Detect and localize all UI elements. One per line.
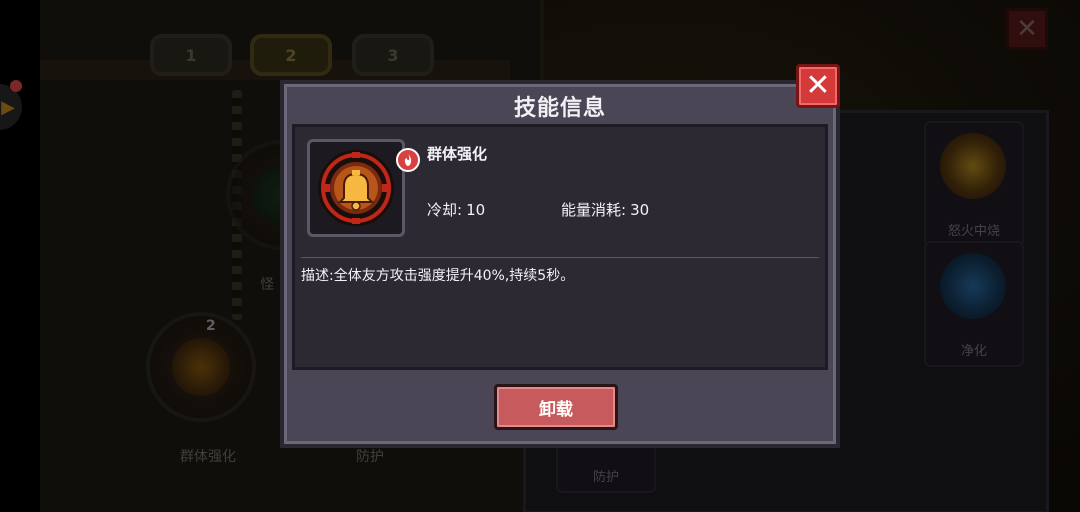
fire-element-badge: [396, 148, 420, 172]
energy-cost-label: 能量消耗:: [561, 201, 627, 219]
skill-description: 描述:全体友方攻击强度提升40%,持续5秒。: [301, 265, 819, 285]
energy-cost-value: 30: [630, 201, 650, 219]
skill-details-panel: 群体强化 冷却: 10 能量消耗: 30 描述:全体友方攻击强度提升40%,持续5秒…: [292, 124, 828, 370]
bell-icon: [318, 150, 394, 226]
skill-info-modal: 技能信息 ✕ 群体强化 冷却: 10 能量消耗: 30 描述:全体友方攻击强度提…: [280, 64, 840, 448]
cooldown-value: 10: [466, 201, 486, 219]
close-button[interactable]: ✕: [796, 64, 840, 108]
description-text: 全体友方攻击强度提升40%,持续5秒。: [333, 268, 575, 284]
fire-element-icon: [404, 154, 412, 166]
game-screen: 1 2 3 怪 2 群体强化 防护 怒火中烧 净化 防护 ✕ ▶ 技能信息 ✕ …: [0, 0, 1080, 512]
skill-icon-frame: [307, 139, 420, 237]
energy-cost-stat: 能量消耗: 30: [561, 199, 649, 220]
divider: [301, 257, 819, 258]
description-label: 描述:: [301, 268, 334, 284]
cooldown-label: 冷却:: [427, 201, 463, 219]
unequip-button[interactable]: 卸载: [494, 384, 618, 430]
modal-title: 技能信息: [513, 96, 606, 121]
close-icon: ✕: [805, 68, 831, 103]
skill-name: 群体强化: [427, 145, 488, 163]
cooldown-stat: 冷却: 10: [427, 199, 485, 220]
